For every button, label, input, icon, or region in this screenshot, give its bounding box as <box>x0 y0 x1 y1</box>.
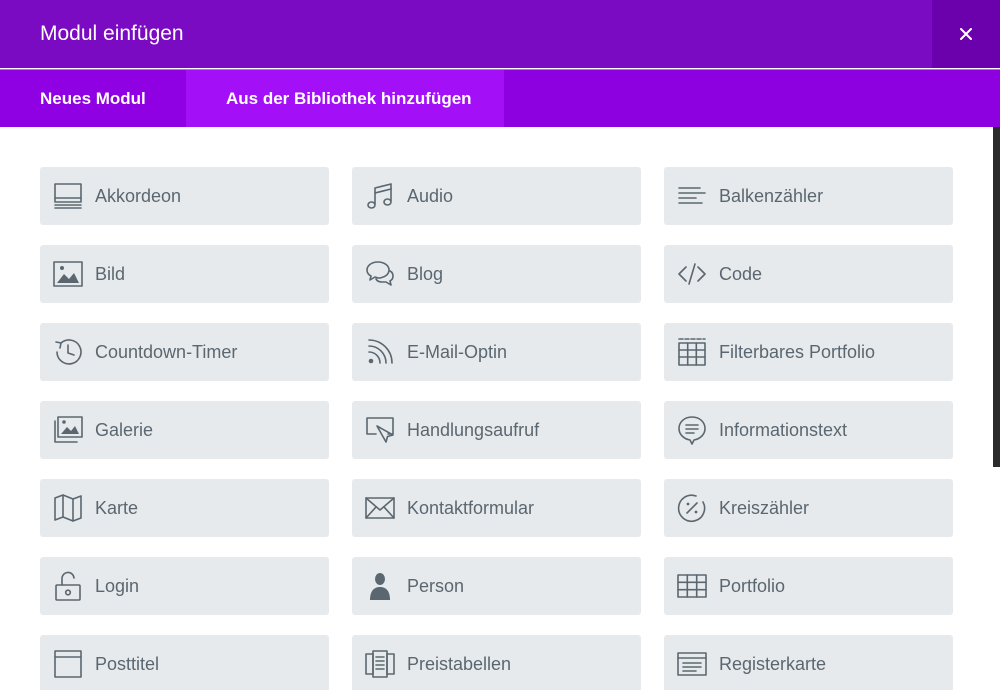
close-icon <box>960 28 972 40</box>
chat-bubbles-icon <box>364 258 396 290</box>
history-clock-icon <box>52 336 84 368</box>
module-tile[interactable]: Posttitel <box>40 635 329 690</box>
grid-icon <box>676 570 708 602</box>
tab-new-module[interactable]: Neues Modul <box>0 70 186 127</box>
module-tile[interactable]: Registerkarte <box>664 635 953 690</box>
module-label: Galerie <box>95 419 154 440</box>
module-tile[interactable]: Akkordeon <box>40 167 329 225</box>
module-label: E-Mail-Optin <box>407 341 508 362</box>
module-tile[interactable]: Audio <box>352 167 641 225</box>
bar-counter-icon <box>676 180 708 212</box>
filter-grid-icon <box>676 336 708 368</box>
module-label: Handlungsaufruf <box>407 419 540 440</box>
module-tile[interactable]: Countdown-Timer <box>40 323 329 381</box>
code-icon <box>676 258 708 290</box>
envelope-icon <box>364 492 396 524</box>
module-label: Blog <box>407 263 444 284</box>
module-tile[interactable]: Person <box>352 557 641 615</box>
module-label: Balkenzähler <box>719 185 824 206</box>
person-icon <box>364 570 396 602</box>
module-tile[interactable]: Balkenzähler <box>664 167 953 225</box>
module-tile[interactable]: Informationstext <box>664 401 953 459</box>
module-tile[interactable]: Filterbares Portfolio <box>664 323 953 381</box>
info-bubble-icon <box>676 414 708 446</box>
module-tile[interactable]: Login <box>40 557 329 615</box>
module-label: Posttitel <box>95 653 160 674</box>
unlock-icon <box>52 570 84 602</box>
modal-title: Modul einfügen <box>40 22 184 45</box>
module-label: Kontaktformular <box>407 497 535 518</box>
close-button[interactable] <box>932 0 1000 68</box>
module-label: Informationstext <box>719 419 848 440</box>
scrollbar[interactable] <box>993 127 1000 467</box>
tab-library[interactable]: Aus der Bibliothek hinzufügen <box>186 70 504 127</box>
module-tile[interactable]: Galerie <box>40 401 329 459</box>
module-tile[interactable]: Karte <box>40 479 329 537</box>
module-label: Person <box>407 575 465 596</box>
module-label: Portfolio <box>719 575 786 596</box>
module-label: Filterbares Portfolio <box>719 341 876 362</box>
module-tile[interactable]: Kreiszähler <box>664 479 953 537</box>
module-label: Login <box>95 575 140 596</box>
module-label: Kreiszähler <box>719 497 810 518</box>
cursor-screen-icon <box>364 414 396 446</box>
module-tile[interactable]: Preistabellen <box>352 635 641 690</box>
module-list: Akkordeon Audio Balkenzähler Bild Blog Code Co… <box>0 127 1000 690</box>
module-label: Akkordeon <box>95 185 182 206</box>
module-tile[interactable]: Blog <box>352 245 641 303</box>
map-icon <box>52 492 84 524</box>
window-icon <box>52 648 84 680</box>
module-tile[interactable]: Handlungsaufruf <box>352 401 641 459</box>
circle-percent-icon <box>676 492 708 524</box>
module-tile[interactable]: Kontaktformular <box>352 479 641 537</box>
tabs-icon <box>676 648 708 680</box>
module-tile[interactable]: Portfolio <box>664 557 953 615</box>
module-label: Registerkarte <box>719 653 827 674</box>
module-label: Code <box>719 263 763 284</box>
module-label: Karte <box>95 497 139 518</box>
image-icon <box>52 258 84 290</box>
accordion-icon <box>52 180 84 212</box>
module-label: Bild <box>95 263 126 284</box>
modal-header: Modul einfügen <box>0 0 1000 68</box>
module-label: Preistabellen <box>407 653 512 674</box>
module-label: Countdown-Timer <box>95 341 238 362</box>
module-grid: Akkordeon Audio Balkenzähler Bild Blog Code Co… <box>40 167 953 690</box>
gallery-icon <box>52 414 84 446</box>
rss-icon <box>364 336 396 368</box>
module-tile[interactable]: Code <box>664 245 953 303</box>
music-note-icon <box>364 180 396 212</box>
pricing-table-icon <box>364 648 396 680</box>
module-tile[interactable]: E-Mail-Optin <box>352 323 641 381</box>
module-tile[interactable]: Bild <box>40 245 329 303</box>
tab-bar: Neues Modul Aus der Bibliothek hinzufüge… <box>0 69 1000 127</box>
module-label: Audio <box>407 185 454 206</box>
